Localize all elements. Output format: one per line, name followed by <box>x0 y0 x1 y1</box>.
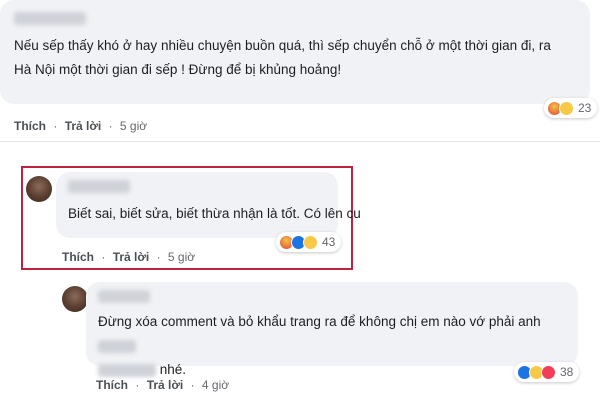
comment-bubble: Nếu sếp thấy khó ở hay nhiều chuyện buồn… <box>0 0 590 104</box>
timestamp[interactable]: 5 giờ <box>120 119 147 133</box>
avatar[interactable] <box>62 286 88 312</box>
haha-icon <box>559 100 574 116</box>
blurred-author-name <box>14 12 86 25</box>
separator: · <box>53 119 58 133</box>
separator: · <box>156 250 161 264</box>
reply-link[interactable]: Trả lời <box>113 250 150 264</box>
separator: · <box>108 119 113 133</box>
comment-text: Biết sai, biết sửa, biết thừa nhận là tố… <box>68 206 361 221</box>
comment-bubble: Đừng xóa comment và bỏ khẩu trang ra để … <box>86 282 578 377</box>
reaction-count: 23 <box>578 101 592 115</box>
comment-bubble: Biết sai, biết sửa, biết thừa nhận là tố… <box>56 172 361 238</box>
reaction-summary[interactable]: 23 <box>544 98 598 118</box>
comment-actions: Thích · Trả lời · 5 giờ <box>62 250 195 264</box>
wow-icon <box>303 234 318 250</box>
reply-link[interactable]: Trả lời <box>147 378 184 392</box>
comment-text-segment: Đừng xóa comment và bỏ khẩu trang ra để … <box>98 314 541 329</box>
comment-text-line: Đừng xóa comment và bỏ khẩu trang ra để … <box>98 310 570 358</box>
section-divider <box>0 141 600 142</box>
blurred-name <box>98 363 156 377</box>
comment-actions: Thích · Trả lời · 5 giờ <box>14 119 147 133</box>
like-link[interactable]: Thích <box>96 378 128 392</box>
comment-text-line: Nếu sếp thấy khó ở hay nhiều chuyện buồn… <box>14 38 551 53</box>
comment-text-segment: nhé. <box>159 362 187 377</box>
comment-text: Đừng xóa comment và bỏ khẩu trang ra để … <box>98 310 570 382</box>
like-link[interactable]: Thích <box>14 119 46 133</box>
comment-actions: Thích · Trả lời · 4 giờ <box>96 378 229 392</box>
blurred-name <box>98 339 136 353</box>
separator: · <box>190 378 195 392</box>
separator: · <box>101 250 106 264</box>
separator: · <box>135 378 140 392</box>
reaction-count: 38 <box>560 365 574 379</box>
timestamp[interactable]: 5 giờ <box>168 250 195 264</box>
reaction-summary[interactable]: 43 <box>276 232 342 252</box>
blurred-author-name <box>98 290 150 303</box>
comment-text: Nếu sếp thấy khó ở hay nhiều chuyện buồn… <box>14 34 584 82</box>
reply-link[interactable]: Trả lời <box>65 119 102 133</box>
reaction-summary[interactable]: 38 <box>514 362 580 382</box>
love-icon <box>541 364 556 380</box>
comment-text-line: Hà Nội một thời gian đi sếp ! Đừng để bị… <box>14 62 342 77</box>
timestamp[interactable]: 4 giờ <box>202 378 229 392</box>
like-link[interactable]: Thích <box>62 250 94 264</box>
reaction-count: 43 <box>322 235 336 249</box>
blurred-author-name <box>68 180 130 193</box>
avatar[interactable] <box>26 176 52 202</box>
